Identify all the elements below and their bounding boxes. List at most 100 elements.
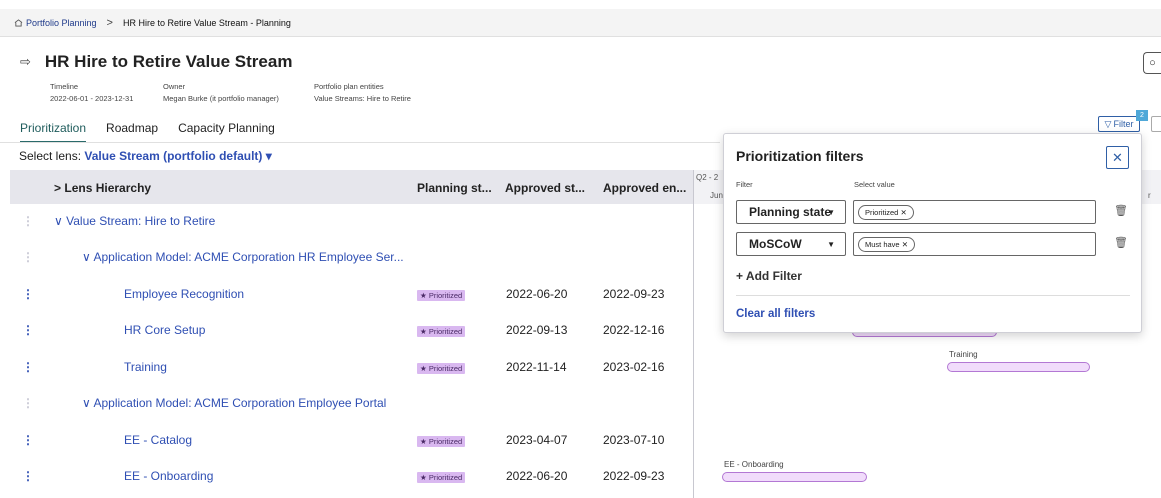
row-actions-icon[interactable]: ⋮	[22, 433, 34, 447]
column-lens-hierarchy[interactable]: > Lens Hierarchy	[54, 181, 151, 195]
row-name[interactable]: EE - Onboarding	[124, 469, 213, 483]
approved-end: 2023-07-10	[603, 433, 665, 447]
owner-value: Megan Burke (it portfolio manager)	[163, 94, 279, 103]
trash-icon[interactable]: 🗑	[1114, 204, 1128, 217]
list-menu-icon[interactable]: ⇨	[20, 54, 31, 70]
tab-roadmap[interactable]: Roadmap	[106, 121, 158, 143]
table-row[interactable]: ⋮ ∨ Value Stream: Hire to Retire	[10, 204, 693, 240]
row-actions-icon[interactable]: ⋮	[22, 360, 34, 374]
owner-meta: Owner Megan Burke (it portfolio manager)	[163, 81, 279, 105]
row-name[interactable]: ∨ Application Model: ACME Corporation HR…	[82, 250, 404, 264]
gantt-bar-ee-onboarding[interactable]	[722, 472, 867, 482]
more-button[interactable]	[1151, 116, 1161, 132]
filters-panel-title: Prioritization filters	[736, 148, 864, 164]
approved-start: 2022-06-20	[506, 469, 568, 483]
row-actions-icon[interactable]: ⋮	[22, 469, 34, 483]
comment-button[interactable]: ○	[1143, 52, 1161, 74]
filter-value-input[interactable]: Prioritized ✕	[853, 200, 1096, 224]
chevron-down-icon: ∨	[82, 396, 91, 410]
row-name[interactable]: ∨ Application Model: ACME Corporation Em…	[82, 396, 386, 410]
chip-remove-icon[interactable]: ✕	[902, 240, 908, 249]
filter-field-label: MoSCoW	[749, 237, 802, 251]
tab-capacity-planning[interactable]: Capacity Planning	[178, 121, 275, 143]
clear-all-filters-link[interactable]: Clear all filters	[736, 308, 815, 320]
tab-prioritization[interactable]: Prioritization	[20, 121, 87, 143]
row-actions-icon[interactable]: ⋮	[22, 214, 34, 228]
chip-remove-icon[interactable]: ✕	[900, 208, 906, 217]
status-badge-label: Prioritized	[428, 327, 463, 336]
table-row[interactable]: ⋮ EE - Onboarding ★ Prioritized 2022-06-…	[10, 459, 693, 495]
table-row[interactable]: ⋮ Training ★ Prioritized 2022-11-14 2023…	[10, 350, 693, 386]
row-name[interactable]: Training	[124, 360, 167, 374]
tabs-divider	[0, 142, 720, 143]
lens-selector[interactable]: Select lens: Value Stream (portfolio def…	[19, 149, 272, 163]
filter-icon: ▽	[1104, 118, 1112, 129]
filter-column-header: Filter	[736, 180, 753, 189]
status-badge-label: Prioritized	[428, 364, 463, 373]
table-row[interactable]: ⋮ Employee Recognition ★ Prioritized 202…	[10, 277, 693, 313]
breadcrumb-separator: >	[106, 16, 113, 29]
approved-end: 2022-12-16	[603, 323, 665, 337]
close-icon: ✕	[1112, 149, 1123, 165]
row-name[interactable]: HR Core Setup	[124, 323, 205, 337]
row-name[interactable]: ∨ Value Stream: Hire to Retire	[54, 214, 215, 228]
row-name[interactable]: Employee Recognition	[124, 287, 244, 301]
timeline-label: Timeline	[50, 82, 79, 91]
table-header: > Lens Hierarchy Planning st... Approved…	[10, 170, 693, 204]
chevron-down-icon: ∨	[82, 250, 91, 264]
status-badge-label: Prioritized	[428, 473, 463, 482]
chip-label: Prioritized	[865, 208, 899, 217]
approved-start: 2022-11-14	[506, 360, 567, 374]
add-filter-label: Add Filter	[745, 269, 802, 283]
table-row[interactable]: ⋮ ∨ Application Model: ACME Corporation …	[10, 386, 693, 422]
filter-field-select[interactable]: Planning state ▼	[736, 200, 846, 224]
entities-meta: Portfolio plan entities Value Streams: H…	[314, 81, 411, 105]
gantt-bar-label: EE - Onboarding	[724, 460, 784, 469]
page-title: HR Hire to Retire Value Stream	[44, 52, 293, 71]
approved-end: 2022-09-23	[603, 469, 665, 483]
gantt-bar-label: Training	[949, 350, 978, 359]
row-name[interactable]: EE - Catalog	[124, 433, 192, 447]
gantt-bar-training[interactable]	[947, 362, 1090, 372]
entities-label: Portfolio plan entities	[314, 82, 384, 91]
status-badge: ★ Prioritized	[417, 363, 466, 374]
caret-down-icon: ▼	[827, 239, 835, 249]
table-row[interactable]: ⋮ EE - Catalog ★ Prioritized 2023-04-07 …	[10, 423, 693, 459]
approved-start: 2022-06-20	[506, 287, 568, 301]
home-icon	[14, 18, 23, 27]
filter-value-chip[interactable]: Prioritized ✕	[858, 205, 914, 220]
breadcrumb: Portfolio Planning > HR Hire to Retire V…	[0, 9, 1161, 37]
table-row[interactable]: ⋮ ∨ Application Model: ACME Corporation …	[10, 240, 693, 276]
owner-label: Owner	[163, 82, 186, 91]
breadcrumb-root[interactable]: Portfolio Planning	[14, 18, 97, 28]
row-actions-icon[interactable]: ⋮	[22, 250, 34, 264]
add-filter-button[interactable]: + Add Filter	[736, 269, 802, 283]
status-badge: ★ Prioritized	[417, 436, 466, 447]
row-name-text: Application Model: ACME Corporation HR E…	[93, 250, 404, 264]
filter-value-chip[interactable]: Must have ✕	[858, 237, 915, 252]
column-approved-end[interactable]: Approved en...	[603, 181, 686, 195]
column-planning-state[interactable]: Planning st...	[417, 181, 492, 195]
filter-field-label: Planning state	[749, 205, 832, 219]
row-actions-icon[interactable]: ⋮	[22, 396, 34, 410]
column-approved-start[interactable]: Approved st...	[505, 181, 585, 195]
row-name-text: Application Model: ACME Corporation Empl…	[93, 396, 387, 410]
filter-value-input[interactable]: Must have ✕	[853, 232, 1096, 256]
row-actions-icon[interactable]: ⋮	[22, 323, 34, 337]
caret-down-icon: ▾	[265, 149, 272, 163]
approved-start: 2023-04-07	[506, 433, 568, 447]
page-header: ⇨ HR Hire to Retire Value Stream	[20, 52, 292, 72]
trash-icon[interactable]: 🗑	[1114, 236, 1128, 249]
pane-divider[interactable]	[693, 170, 694, 498]
prioritization-filters-panel: Prioritization filters ✕ Filter Select v…	[723, 133, 1142, 333]
status-badge: ★ Prioritized	[417, 472, 466, 483]
close-button[interactable]: ✕	[1106, 146, 1129, 169]
status-badge-label: Prioritized	[428, 437, 463, 446]
status-badge-label: Prioritized	[428, 291, 463, 300]
star-icon: ★	[420, 364, 427, 373]
table-row[interactable]: ⋮ HR Core Setup ★ Prioritized 2022-09-13…	[10, 313, 693, 349]
filter-field-select[interactable]: MoSCoW ▼	[736, 232, 846, 256]
filter-button[interactable]: ▽ Filter	[1098, 116, 1140, 132]
row-actions-icon[interactable]: ⋮	[22, 287, 34, 301]
plus-icon: +	[736, 269, 744, 283]
